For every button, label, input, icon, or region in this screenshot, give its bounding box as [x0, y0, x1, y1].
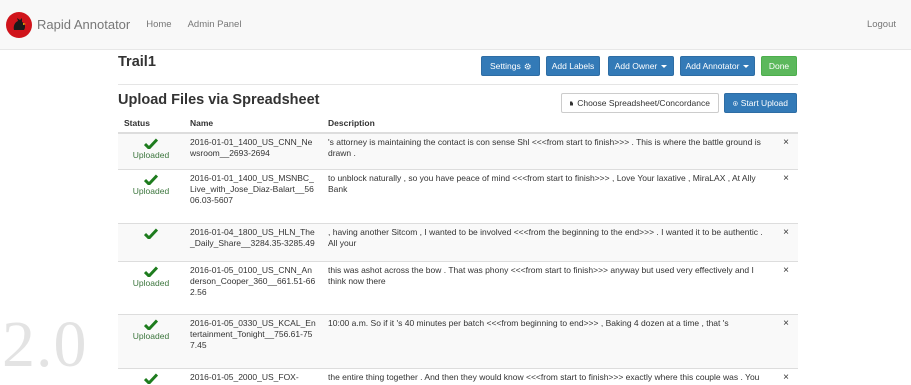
upload-section-title: Upload Files via Spreadsheet: [118, 92, 320, 108]
file-description: to unblock naturally , so you have peace…: [322, 168, 774, 223]
description-column-header: Description: [322, 114, 774, 134]
file-name: 2016-01-04_1800_US_HLN_The_Daily_Share__…: [184, 222, 322, 261]
file-description: 10:00 a.m. So if it 's 40 minutes per ba…: [322, 313, 774, 368]
rooster-logo-icon: [6, 11, 32, 38]
nav-admin-panel-link[interactable]: Admin Panel: [188, 19, 242, 30]
table-row: 2016-01-05_2000_US_FOX- the entire thing…: [118, 367, 798, 385]
add-labels-label: Add Labels: [551, 61, 595, 71]
remove-row-icon[interactable]: ×: [774, 260, 798, 314]
file-icon: [570, 100, 574, 106]
remove-row-icon[interactable]: ×: [774, 132, 798, 169]
file-name: 2016-01-05_0330_US_KCAL_Entertainment_To…: [184, 313, 322, 368]
table-row: Uploaded 2016-01-01_1400_US_MSNBC_Live_w…: [118, 168, 798, 223]
checkmark-icon: [144, 138, 158, 149]
file-name: 2016-01-01_1400_US_CNN_Newsroom__2693-26…: [184, 132, 322, 169]
status-text: Uploaded: [132, 277, 170, 288]
status-cell: Uploaded: [118, 313, 184, 368]
remove-column-header: [774, 114, 798, 134]
checkmark-icon: [144, 265, 158, 277]
add-annotator-label: Add Annotator: [685, 61, 740, 71]
add-annotator-button[interactable]: Add Annotator: [680, 56, 755, 76]
settings-button-label: Settings: [490, 61, 521, 71]
status-text: Uploaded: [132, 150, 170, 160]
table-row: 2016-01-04_1800_US_HLN_The_Daily_Share__…: [118, 222, 798, 261]
upload-icon: [733, 100, 738, 106]
checkmark-icon: [144, 318, 158, 330]
file-description: this was ashot across the bow . That was…: [322, 260, 774, 314]
logout-link[interactable]: Logout: [867, 19, 896, 30]
table-row: Uploaded 2016-01-01_1400_US_CNN_Newsroom…: [118, 132, 798, 169]
status-text: Uploaded: [132, 185, 170, 196]
start-upload-button[interactable]: Start Upload: [724, 93, 797, 113]
version-watermark: 2.0: [2, 308, 88, 381]
status-column-header: Status: [118, 114, 184, 134]
name-column-header: Name: [184, 114, 322, 134]
table-row: Uploaded 2016-01-05_0330_US_KCAL_Enterta…: [118, 313, 798, 368]
top-navbar: Rapid Annotator Home Admin Panel Logout: [0, 0, 911, 50]
file-name: 2016-01-05_0100_US_CNN_Anderson_Cooper_3…: [184, 260, 322, 314]
file-name: 2016-01-05_2000_US_FOX-: [184, 367, 322, 385]
add-owner-button[interactable]: Add Owner: [608, 56, 674, 76]
brand-name: Rapid Annotator: [37, 17, 131, 32]
checkmark-icon: [144, 227, 158, 239]
caret-down-icon: [661, 64, 668, 68]
add-labels-button[interactable]: Add Labels: [546, 56, 600, 76]
file-description: , having another Sitcom , I wanted to be…: [322, 222, 774, 261]
gear-icon: [524, 62, 531, 70]
status-cell: Uploaded: [118, 132, 184, 169]
experiment-toolbar: Settings: [481, 56, 540, 76]
file-name: 2016-01-01_1400_US_MSNBC_Live_with_Jose_…: [184, 168, 322, 223]
done-button[interactable]: Done: [761, 56, 797, 76]
remove-row-icon[interactable]: ×: [774, 168, 798, 223]
done-label: Done: [768, 61, 790, 71]
remove-row-icon[interactable]: ×: [774, 367, 798, 385]
choose-spreadsheet-label: Choose Spreadsheet/Concordance: [577, 98, 710, 108]
checkmark-icon: [144, 372, 158, 384]
files-table: Status Name Description Uploaded 2016-01…: [118, 114, 798, 385]
remove-row-icon[interactable]: ×: [774, 222, 798, 261]
status-cell: Uploaded: [118, 168, 184, 223]
brand[interactable]: Rapid Annotator: [0, 0, 130, 50]
section-divider: [118, 84, 798, 85]
add-owner-label: Add Owner: [614, 61, 658, 71]
status-cell: Uploaded: [118, 260, 184, 314]
caret-down-icon: [743, 64, 750, 68]
status-text: Uploaded: [132, 330, 170, 341]
start-upload-label: Start Upload: [740, 98, 788, 108]
table-header-row: Status Name Description: [118, 114, 798, 134]
checkmark-icon: [144, 173, 158, 185]
choose-spreadsheet-button[interactable]: Choose Spreadsheet/Concordance: [561, 93, 719, 113]
settings-button[interactable]: Settings: [481, 56, 540, 76]
file-description: the entire thing together . And then the…: [322, 367, 774, 385]
table-row: Uploaded 2016-01-05_0100_US_CNN_Anderson…: [118, 260, 798, 314]
file-description: 's attorney is maintaining the contact i…: [322, 132, 774, 169]
remove-row-icon[interactable]: ×: [774, 313, 798, 368]
status-cell: [118, 222, 184, 261]
status-cell: [118, 367, 184, 385]
experiment-title: Trail1: [118, 54, 156, 70]
nav-home-link[interactable]: Home: [146, 19, 171, 30]
